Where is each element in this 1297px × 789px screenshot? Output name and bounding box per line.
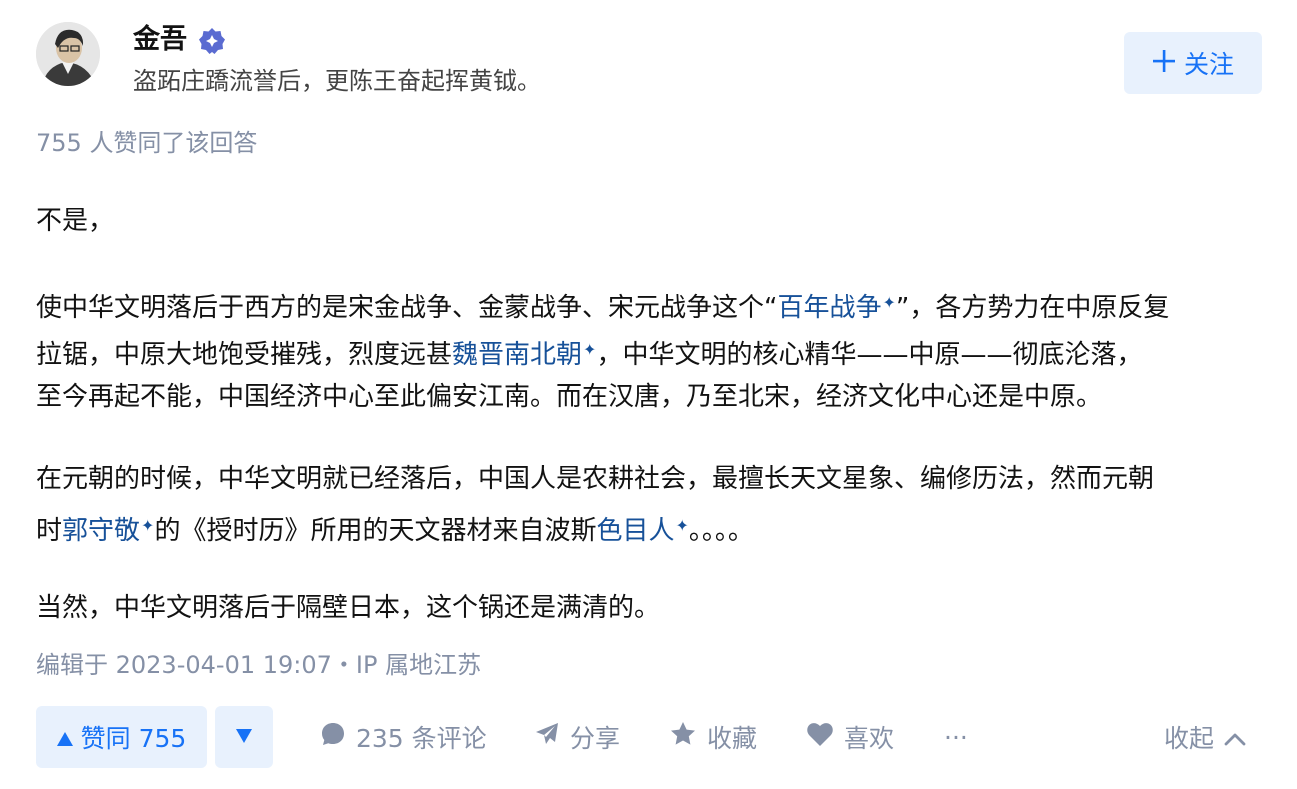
star-icon (669, 720, 697, 754)
paragraph-1: 不是， (36, 206, 115, 236)
text-span: 拉锯，中原大地饱受摧残，烈度远甚 (36, 340, 453, 370)
heart-icon (806, 721, 834, 753)
text-span: ”，各方势力在中原反复 (895, 293, 1170, 323)
agree-summary: 755 人赞同了该回答 (36, 129, 258, 157)
text-span: 使中华文明落后于西方的是宋金战争、金蒙战争、宋元战争这个“ (36, 293, 778, 323)
vote-up-button[interactable]: 赞同 755 (36, 706, 207, 768)
paragraph-2-line-3: 至今再起不能，中国经济中心至此偏安江南。而在汉唐，乃至北宋，经济文化中心还是中原… (36, 382, 1103, 412)
chevron-up-icon (1224, 723, 1246, 752)
search-sparkle-icon: ✦ (675, 516, 689, 535)
paragraph-3-line-1: 在元朝的时候，中华文明就已经落后，中国人是农耕社会，最擅长天文星象、编修历法，然… (36, 464, 1155, 494)
follow-label: 关注 (1183, 50, 1234, 79)
comments-label: 235 条评论 (356, 724, 487, 753)
paragraph-2-line-2: 拉锯，中原大地饱受摧残，烈度远甚魏晋南北朝✦，中华文明的核心精华——中原——彻底… (36, 327, 1142, 378)
author-bio: 盗跖庄蹻流誉后，更陈王奋起挥黄钺。 (133, 67, 541, 95)
like-label: 喜欢 (844, 724, 895, 753)
comments-button[interactable]: 235 条评论 (320, 706, 487, 768)
collapse-button[interactable]: 收起 (1164, 706, 1246, 768)
comment-bubble-icon (320, 721, 346, 753)
verified-badge-icon (198, 27, 226, 55)
link-hundred-years-war[interactable]: 百年战争 (777, 293, 881, 323)
collect-button[interactable]: 收藏 (669, 706, 757, 768)
text-span: 时 (36, 516, 63, 546)
edit-meta: 编辑于 2023-04-01 19:07・IP 属地江苏 (36, 651, 482, 679)
triangle-up-icon (56, 723, 73, 752)
search-sparkle-icon: ✦ (882, 293, 896, 312)
collapse-label: 收起 (1164, 724, 1215, 753)
share-label: 分享 (570, 724, 621, 753)
paper-plane-icon (534, 721, 560, 753)
collect-label: 收藏 (707, 724, 758, 753)
search-sparkle-icon: ✦ (583, 340, 597, 359)
author-avatar[interactable] (36, 22, 100, 86)
paragraph-2-line-1: 使中华文明落后于西方的是宋金战争、金蒙战争、宋元战争这个“百年战争✦”，各方势力… (36, 280, 1169, 331)
text-span: 的《授时历》所用的天文器材来自波斯 (154, 516, 597, 546)
more-dots-icon: ··· (944, 722, 968, 752)
action-bar: 赞同 755 235 条评论 分享 收藏 喜欢 ··· 收起 (36, 706, 1266, 768)
paragraph-4: 当然，中华文明落后于隔壁日本，这个锅还是满清的。 (36, 593, 661, 623)
more-button[interactable]: ··· (944, 706, 968, 768)
search-sparkle-icon: ✦ (141, 516, 155, 535)
author-name[interactable]: 金吾 (133, 22, 187, 58)
vote-up-label: 赞同 755 (80, 724, 187, 753)
follow-button[interactable]: 关注 (1124, 32, 1262, 94)
plus-icon (1152, 45, 1176, 79)
vote-down-button[interactable] (215, 706, 273, 768)
link-semu-people[interactable]: 色目人 (596, 516, 674, 546)
paragraph-3-line-2: 时郭守敬✦的《授时历》所用的天文器材来自波斯色目人✦。。。。 (36, 503, 754, 554)
share-button[interactable]: 分享 (534, 706, 620, 768)
text-span: 。。。。 (688, 516, 754, 546)
triangle-down-icon (236, 728, 252, 747)
link-guo-shoujing[interactable]: 郭守敬 (62, 516, 140, 546)
link-wei-jin-dynasties[interactable]: 魏晋南北朝 (452, 340, 582, 370)
like-button[interactable]: 喜欢 (806, 706, 894, 768)
text-span: ，中华文明的核心精华——中原——彻底沦落， (596, 340, 1143, 370)
